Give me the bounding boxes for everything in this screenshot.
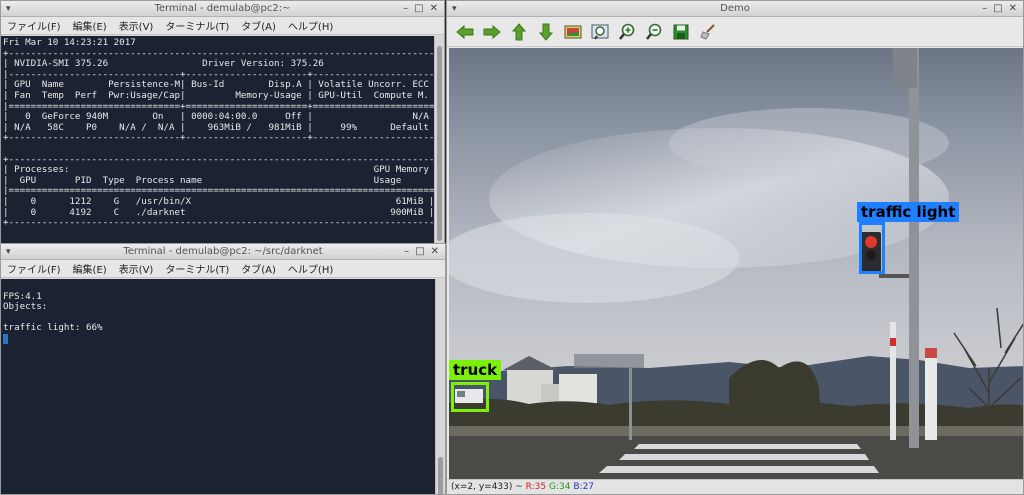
window-title: Terminal - demulab@pc2:~ [154,3,291,14]
detection-box-truck [451,382,489,412]
pixel-blue-value: B:27 [573,482,595,492]
window-title: Terminal - demulab@pc2: ~/src/darknet [123,246,323,257]
street-scene [449,48,1023,481]
menu-bar: ファイル(F) 編集(E) 表示(V) ターミナル(T) タブ(A) ヘルプ(H… [1,260,445,278]
terminal-line: | 0 1212 G /usr/bin/X 61MiB | [3,195,434,207]
scrollbar[interactable] [435,279,445,494]
zoom-out-icon[interactable] [644,22,664,42]
terminal-line: | Fan Temp Perf Pwr:Usage/Cap| Memory-Us… [3,89,434,101]
terminal-line: traffic light: 66% [3,322,103,334]
zoom-fit-icon[interactable] [590,22,610,42]
status-bar: (x=2, y=433) ~ R:35 G:34 B:27 [447,479,1023,494]
maximize-icon[interactable]: □ [993,3,1002,14]
menu-terminal[interactable]: ターミナル(T) [165,261,229,276]
menu-bar: ファイル(F) 編集(E) 表示(V) ターミナル(T) タブ(A) ヘルプ(H… [1,17,444,35]
window-menu-icon[interactable]: ▾ [1,247,11,257]
image-toolbar [447,17,1023,47]
scrollbar-thumb[interactable] [437,46,442,241]
window-menu-icon[interactable]: ▾ [447,4,457,14]
window-title: Demo [720,3,750,14]
detection-label-truck: truck [449,360,502,380]
detection-box-traffic-light [859,222,885,274]
terminal-window-top[interactable]: ▾ Terminal - demulab@pc2:~ – □ ✕ ファイル(F)… [0,0,445,246]
camera-image[interactable]: traffic light truck [449,48,1023,481]
terminal-line: +---------------------------------------… [3,217,434,229]
close-icon[interactable]: ✕ [431,246,439,257]
window-menu-icon[interactable]: ▾ [1,4,11,14]
title-bar[interactable]: ▾ Terminal - demulab@pc2:~ – □ ✕ [1,1,444,17]
menu-help[interactable]: ヘルプ(H) [288,261,333,276]
close-icon[interactable]: ✕ [1009,3,1017,14]
minimize-icon[interactable]: – [982,3,987,14]
terminal-window-bottom[interactable]: ▾ Terminal - demulab@pc2: ~/src/darknet … [0,243,446,495]
terminal-line: +-------------------------------+-------… [3,132,434,144]
close-icon[interactable]: ✕ [430,3,438,14]
terminal-line: Objects: [3,301,48,313]
zoom-in-icon[interactable] [617,22,637,42]
minimize-icon[interactable]: – [403,3,408,14]
terminal-line: FPS:4.1 [3,290,42,302]
terminal-output[interactable]: FPS:4.1 Objects: traffic light: 66% [1,279,435,494]
cursor-coords: (x=2, y=433) ~ [451,482,523,492]
pixel-red-value: R:35 [525,482,547,492]
menu-view[interactable]: 表示(V) [119,261,154,276]
pixel-green-value: G:34 [549,482,571,492]
arrow-right-icon[interactable] [482,22,502,42]
terminal-prompt-line [3,333,435,346]
minimize-icon[interactable]: – [404,246,409,257]
arrow-left-icon[interactable] [455,22,475,42]
menu-tabs[interactable]: タブ(A) [241,18,276,33]
scrollbar-thumb[interactable] [438,457,443,494]
maximize-icon[interactable]: □ [415,246,424,257]
arrow-up-icon[interactable] [509,22,529,42]
save-icon[interactable] [671,22,691,42]
image-icon[interactable] [563,22,583,42]
terminal-line: Fri Mar 10 14:23:21 2017 [3,37,136,48]
clear-icon[interactable] [698,22,718,42]
title-bar[interactable]: ▾ Terminal - demulab@pc2: ~/src/darknet … [1,244,445,260]
menu-file[interactable]: ファイル(F) [7,18,61,33]
menu-file[interactable]: ファイル(F) [7,261,61,276]
menu-edit[interactable]: 編集(E) [73,261,107,276]
terminal-output[interactable]: Fri Mar 10 14:23:21 2017 +---------------… [1,36,434,245]
detection-label-traffic-light: traffic light [857,202,960,222]
menu-tabs[interactable]: タブ(A) [241,261,276,276]
menu-view[interactable]: 表示(V) [119,18,154,33]
demo-window[interactable]: ▾ Demo – □ ✕ traffic light truck (x=2, y… [446,0,1024,495]
scrollbar[interactable] [434,36,444,245]
text-cursor [3,333,8,344]
menu-terminal[interactable]: ターミナル(T) [165,18,229,33]
arrow-down-icon[interactable] [536,22,556,42]
title-bar[interactable]: ▾ Demo – □ ✕ [447,1,1023,17]
menu-help[interactable]: ヘルプ(H) [288,18,333,33]
maximize-icon[interactable]: □ [414,3,423,14]
menu-edit[interactable]: 編集(E) [73,18,107,33]
